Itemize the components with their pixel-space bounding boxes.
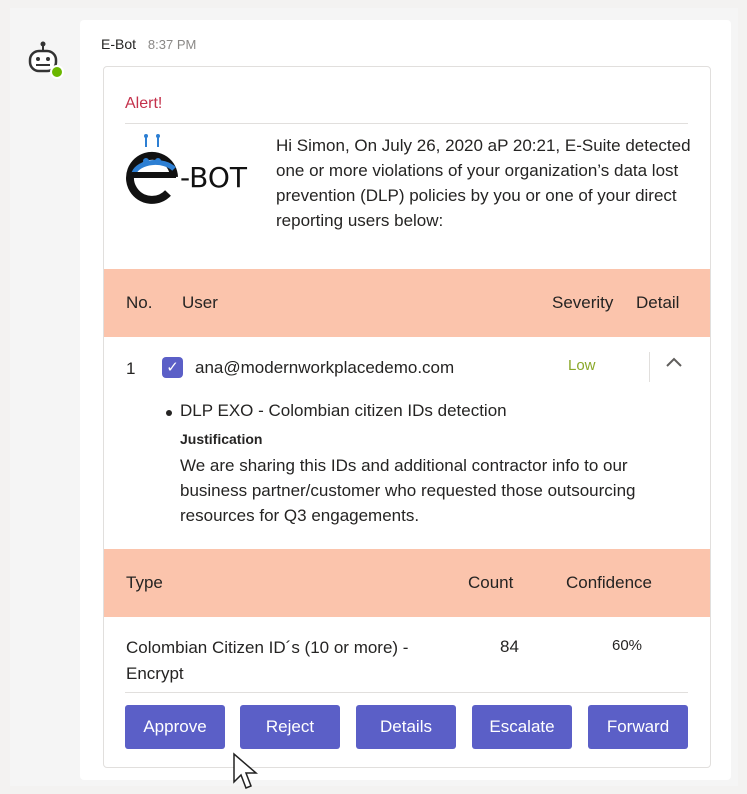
escalate-button[interactable]: Escalate bbox=[472, 705, 572, 749]
message-bubble: E-Bot 8:37 PM Alert! -BOT Hi Simon, On J… bbox=[80, 20, 731, 780]
ebot-logo-icon: -BOT bbox=[126, 134, 248, 204]
type-row: Colombian Citizen ID´s (10 or more) - En… bbox=[104, 617, 710, 697]
sensitive-info-type: Colombian Citizen ID´s (10 or more) - En… bbox=[126, 638, 409, 683]
col-header-detail: Detail bbox=[636, 293, 680, 312]
chevron-up-icon[interactable] bbox=[664, 351, 684, 375]
message-timestamp: 8:37 PM bbox=[147, 37, 197, 52]
approve-button[interactable]: Approve bbox=[125, 705, 225, 749]
divider bbox=[125, 123, 688, 124]
col-header-type: Type bbox=[126, 573, 163, 592]
col-header-confidence: Confidence bbox=[566, 573, 653, 592]
bullet bbox=[166, 410, 172, 416]
logo-text: -BOT bbox=[180, 161, 248, 194]
reject-button[interactable]: Reject bbox=[240, 705, 340, 749]
confidence-value: 60% bbox=[612, 637, 643, 654]
users-table-header: No. User Severity Detail bbox=[104, 269, 710, 337]
details-button[interactable]: Details bbox=[356, 705, 456, 749]
forward-button[interactable]: Forward bbox=[588, 705, 688, 749]
user-row: 1 ✓ ana@modernworkplacedemo.com Low DLP … bbox=[104, 337, 710, 537]
divider bbox=[649, 352, 650, 382]
user-select-checkbox[interactable]: ✓ bbox=[162, 357, 183, 378]
alert-title: Alert! bbox=[125, 95, 163, 112]
checkmark-icon: ✓ bbox=[166, 359, 179, 376]
col-header-no: No. bbox=[126, 293, 153, 312]
severity-badge: Low bbox=[568, 357, 596, 374]
divider bbox=[125, 692, 688, 693]
ebot-logo: -BOT bbox=[124, 133, 260, 205]
policy-name: DLP EXO - Colombian citizen IDs detectio… bbox=[180, 401, 507, 420]
col-header-count: Count bbox=[468, 573, 514, 592]
adaptive-card: Alert! -BOT Hi Simon, On July 26, 2020 a… bbox=[103, 66, 711, 768]
justification-label: Justification bbox=[180, 431, 263, 447]
sender-name: E-Bot bbox=[101, 36, 137, 52]
match-count: 84 bbox=[500, 637, 519, 656]
mouse-pointer-icon bbox=[233, 752, 259, 789]
types-table-header: Type Count Confidence bbox=[104, 549, 710, 617]
alert-intro-text: Hi Simon, On July 26, 2020 aP 20:21, E-S… bbox=[276, 136, 691, 230]
row-number: 1 bbox=[126, 359, 136, 378]
message-header: E-Bot 8:37 PM bbox=[101, 36, 196, 52]
col-header-severity: Severity bbox=[552, 293, 614, 312]
justification-text: We are sharing this IDs and additional c… bbox=[180, 456, 636, 525]
user-email: ana@modernworkplacedemo.com bbox=[195, 358, 455, 377]
col-header-user: User bbox=[182, 293, 218, 312]
presence-available-icon bbox=[50, 65, 64, 79]
